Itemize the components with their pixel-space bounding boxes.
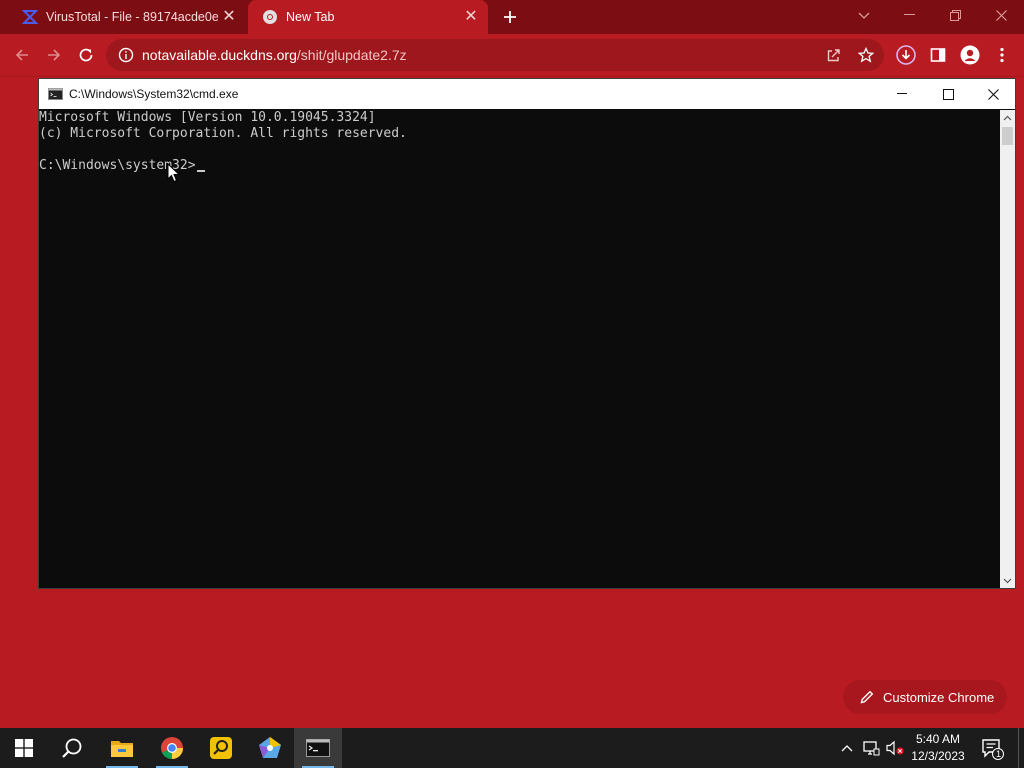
chrome-icon [161, 737, 184, 760]
start-button[interactable] [0, 728, 48, 768]
console-scrollbar[interactable] [1000, 110, 1015, 588]
download-icon [896, 45, 916, 65]
side-panel-button[interactable] [922, 39, 954, 71]
cmd-close-button[interactable] [970, 79, 1016, 109]
tab-title: VirusTotal - File - 89174acde0ea [46, 10, 218, 24]
cmd-icon [48, 88, 63, 100]
bookmark-star-icon [858, 47, 874, 63]
scroll-down-button[interactable] [1000, 573, 1015, 588]
cmd-minimize-button[interactable] [879, 79, 925, 109]
reload-button[interactable] [70, 39, 102, 71]
scroll-thumb[interactable] [1002, 127, 1013, 145]
app-icon [259, 737, 281, 758]
close-tab-icon[interactable]: ✕ [460, 6, 482, 28]
customize-chrome-label: Customize Chrome [883, 689, 995, 705]
taskbar-cmd[interactable] [294, 728, 342, 768]
taskbar-clock[interactable]: 5:40 AM 12/3/2023 [906, 731, 970, 765]
tab-virustotal[interactable]: VirusTotal - File - 89174acde0ea ✕ [8, 0, 246, 34]
url-host: notavailable.duckdns.org [142, 47, 297, 63]
clock-time: 5:40 AM [915, 732, 961, 746]
reload-icon [79, 48, 93, 62]
taskbar: 5:40 AM 12/3/2023 1 [0, 728, 1024, 768]
pencil-icon [860, 690, 874, 704]
toolbar-divider [0, 76, 1024, 77]
restore-button[interactable] [932, 0, 978, 30]
network-button[interactable] [861, 738, 881, 758]
minimize-icon [896, 93, 907, 94]
remote-app-icon [210, 737, 232, 759]
profile-icon [960, 45, 980, 65]
bookmark-button[interactable] [850, 39, 882, 71]
tab-title: New Tab [286, 10, 335, 24]
close-icon [987, 88, 999, 100]
new-tab-button[interactable] [497, 4, 523, 30]
file-explorer-icon [111, 741, 133, 757]
back-icon [15, 49, 28, 61]
taskbar-search-button[interactable] [48, 728, 96, 768]
chevron-up-icon [1003, 115, 1012, 120]
menu-icon [1000, 47, 1004, 63]
close-tab-icon[interactable]: ✕ [218, 6, 240, 28]
chrome-icon [262, 9, 278, 25]
profile-button[interactable] [954, 39, 986, 71]
cmd-titlebar[interactable]: C:\Windows\System32\cmd.exe [39, 79, 1015, 109]
volume-muted-icon [886, 740, 904, 756]
notification-count-badge: 1 [995, 749, 1001, 759]
plus-icon [504, 11, 516, 23]
console-output[interactable]: Microsoft Windows [Version 10.0.19045.33… [39, 110, 999, 588]
chrome-menu-button[interactable] [986, 39, 1018, 71]
cmd-window-title: C:\Windows\System32\cmd.exe [69, 87, 239, 101]
taskbar-remote-app[interactable] [197, 728, 245, 768]
back-button[interactable] [6, 39, 38, 71]
scroll-up-button[interactable] [1000, 110, 1015, 125]
share-icon [827, 49, 840, 62]
forward-icon [48, 49, 61, 61]
clock-date: 12/3/2023 [911, 749, 965, 763]
site-info-icon[interactable] [118, 47, 134, 63]
address-bar[interactable]: notavailable.duckdns.org/shit/glupdate2.… [106, 39, 884, 71]
restore-icon [949, 9, 961, 21]
taskbar-file-explorer[interactable] [98, 728, 146, 768]
cmd-maximize-button[interactable] [925, 79, 971, 109]
chevron-down-icon [858, 12, 870, 19]
share-button[interactable] [818, 39, 850, 71]
maximize-icon [942, 88, 954, 100]
forward-button[interactable] [38, 39, 70, 71]
cmd-icon [306, 739, 330, 757]
minimize-icon [903, 14, 915, 15]
taskbar-chrome[interactable] [148, 728, 196, 768]
action-center-button[interactable]: 1 [980, 736, 1004, 760]
close-window-button[interactable] [978, 0, 1024, 30]
console-line: (c) Microsoft Corporation. All rights re… [39, 126, 407, 141]
console-line: Microsoft Windows [Version 10.0.19045.33… [39, 110, 376, 125]
mouse-pointer-icon [167, 163, 181, 183]
virustotal-icon [22, 9, 38, 25]
minimize-button[interactable] [886, 0, 932, 30]
volume-button[interactable] [885, 738, 905, 758]
chevron-down-icon [1003, 578, 1012, 583]
customize-chrome-button[interactable]: Customize Chrome [843, 680, 1007, 714]
browser-toolbar: notavailable.duckdns.org/shit/glupdate2.… [0, 34, 1024, 76]
show-desktop-button[interactable] [1018, 728, 1024, 768]
side-panel-icon [930, 48, 946, 62]
start-icon [15, 739, 33, 757]
tab-new-tab[interactable]: New Tab ✕ [248, 0, 488, 34]
text-cursor [196, 170, 205, 172]
tab-strip: VirusTotal - File - 89174acde0ea ✕ New T… [0, 0, 1024, 34]
network-icon [863, 741, 880, 756]
search-icon [62, 738, 82, 758]
cmd-window[interactable]: C:\Windows\System32\cmd.exe Microsoft Wi… [38, 78, 1016, 589]
show-hidden-icons-button[interactable] [837, 738, 857, 758]
close-icon [995, 9, 1007, 21]
download-button[interactable] [890, 39, 922, 71]
chevron-up-icon [841, 745, 853, 752]
taskbar-app[interactable] [246, 728, 294, 768]
tab-search-button[interactable] [852, 4, 876, 28]
url-path: /shit/glupdate2.7z [296, 47, 407, 63]
